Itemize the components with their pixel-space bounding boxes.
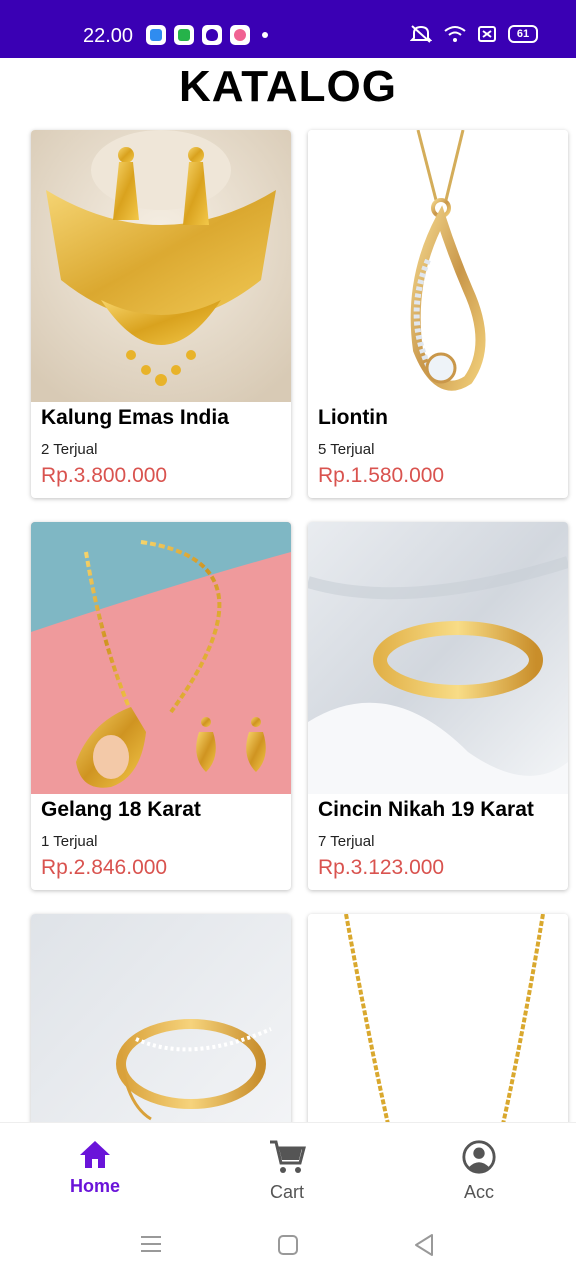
product-card[interactable]: Cincin Nikah 19 Karat 7 Terjual Rp.3.123… xyxy=(308,522,568,890)
gallery-icon xyxy=(230,25,250,45)
product-name: Liontin xyxy=(318,406,388,429)
product-image xyxy=(31,130,291,402)
square-icon[interactable] xyxy=(277,1234,299,1256)
product-price: Rp.3.800.000 xyxy=(41,464,168,487)
nav-cart-label: Cart xyxy=(269,1182,304,1202)
app-notification-icon xyxy=(174,25,194,45)
product-price: Rp.1.580.000 xyxy=(318,464,445,487)
battery-icon: 61 xyxy=(508,25,538,43)
nav-account-label: Acc xyxy=(463,1182,494,1202)
mute-icon xyxy=(410,25,432,43)
product-card[interactable]: Liontin 5 Terjual Rp.1.580.000 xyxy=(308,130,568,498)
product-image xyxy=(308,130,568,402)
bottom-navigation: Home Cart Acc xyxy=(0,1122,576,1208)
system-navigation-bar xyxy=(0,1208,576,1280)
product-name: Gelang 18 Karat xyxy=(41,798,201,821)
sim-icon xyxy=(478,26,496,42)
nav-home-label: Home xyxy=(69,1176,120,1196)
nav-account[interactable]: Acc xyxy=(419,1139,539,1203)
nav-cart[interactable]: Cart xyxy=(227,1139,347,1203)
status-indicators: 61 xyxy=(410,24,538,44)
product-sold-count: 5 Terjual xyxy=(318,441,375,458)
menu-icon[interactable] xyxy=(140,1234,162,1254)
cart-icon xyxy=(270,1140,306,1173)
account-icon xyxy=(462,1140,496,1174)
app-notification-icon xyxy=(146,25,166,45)
page-title: KATALOG xyxy=(179,62,397,111)
product-price: Rp.2.846.000 xyxy=(41,856,168,879)
product-sold-count: 7 Terjual xyxy=(318,833,375,850)
product-sold-count: 2 Terjual xyxy=(41,441,98,458)
product-name: Kalung Emas India xyxy=(41,406,229,429)
wifi-icon xyxy=(444,26,466,42)
product-price: Rp.3.123.000 xyxy=(318,856,445,879)
more-notifications-icon xyxy=(262,32,268,38)
home-icon xyxy=(80,1141,110,1168)
status-app-icons xyxy=(146,25,268,45)
product-image xyxy=(31,522,291,794)
nav-home[interactable]: Home xyxy=(35,1139,155,1197)
status-time: 22.00 xyxy=(83,25,134,47)
product-name: Cincin Nikah 19 Karat xyxy=(318,798,534,821)
product-sold-count: 1 Terjual xyxy=(41,833,98,850)
shield-icon xyxy=(202,25,222,45)
product-image xyxy=(308,522,568,794)
back-icon[interactable] xyxy=(413,1233,435,1257)
status-bar: 22.00 61 xyxy=(0,0,576,58)
product-card[interactable]: Kalung Emas India 2 Terjual Rp.3.800.000 xyxy=(31,130,291,498)
product-card[interactable]: Gelang 18 Karat 1 Terjual Rp.2.846.000 xyxy=(31,522,291,890)
